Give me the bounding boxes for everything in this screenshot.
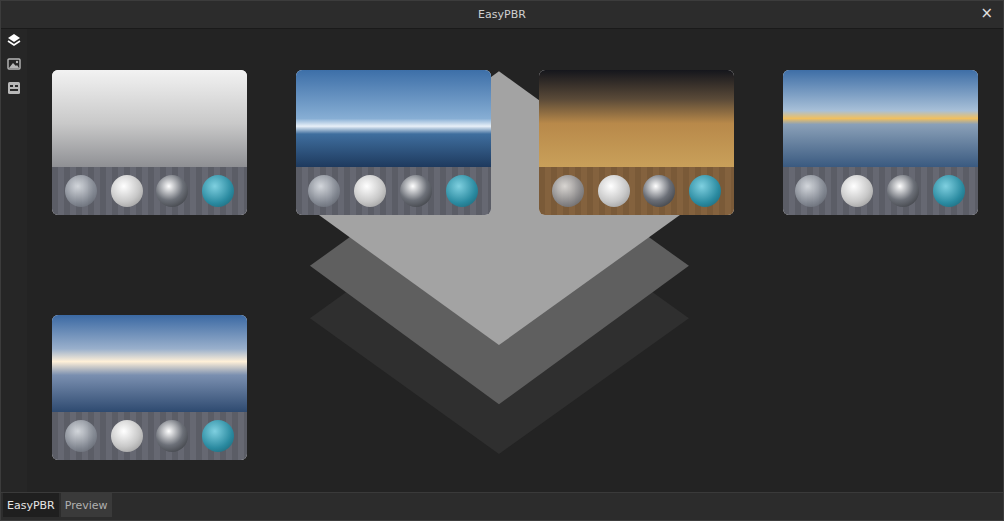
sidebar (1, 29, 27, 492)
tab-bar: EasyPBRPreview (1, 492, 1003, 520)
tab[interactable]: Preview (61, 493, 112, 517)
image-icon (7, 57, 21, 71)
hdri-thumbnail[interactable] (296, 70, 491, 215)
close-button[interactable]: × (976, 4, 997, 22)
app-window: EasyPBR × EasyPBRPreview (0, 0, 1004, 521)
sidebar-item[interactable] (4, 31, 24, 49)
sidebar-item[interactable] (4, 79, 24, 97)
hdri-thumbnail[interactable] (52, 70, 247, 215)
hdri-thumbnail[interactable] (783, 70, 978, 215)
window-title: EasyPBR (478, 8, 526, 21)
content-area (27, 29, 1003, 492)
hdri-thumbnail[interactable] (52, 315, 247, 460)
layers-icon (7, 33, 21, 47)
hdri-gallery (27, 29, 1003, 460)
panel-icon (7, 81, 21, 95)
sidebar-item[interactable] (4, 55, 24, 73)
title-bar: EasyPBR × (1, 1, 1003, 29)
hdri-thumbnail[interactable] (539, 70, 734, 215)
tab[interactable]: EasyPBR (3, 493, 59, 517)
main-body (1, 29, 1003, 492)
